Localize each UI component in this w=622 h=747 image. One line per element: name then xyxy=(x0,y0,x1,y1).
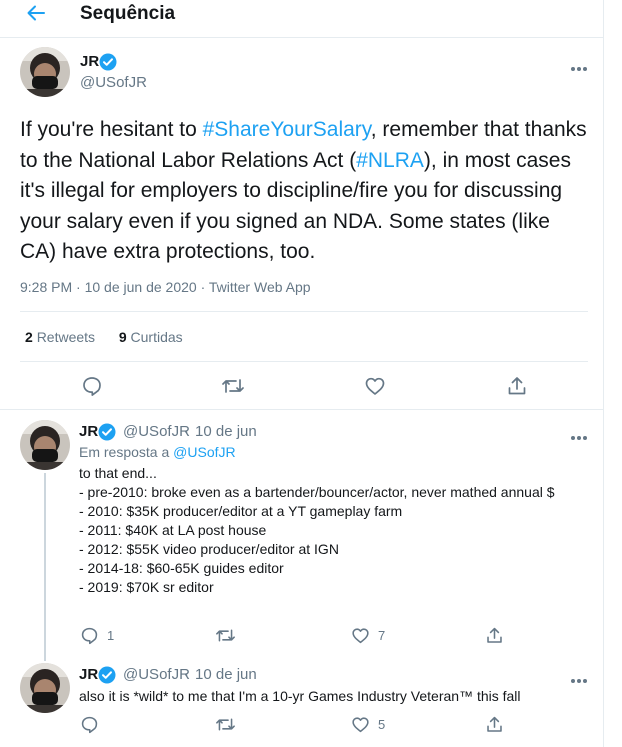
avatar[interactable] xyxy=(20,47,70,97)
avatar[interactable] xyxy=(20,663,70,713)
tweet-date[interactable]: 10 de jun xyxy=(195,666,257,683)
reply-line: to that end... xyxy=(79,465,157,481)
replying-to-handle[interactable]: @USofJR xyxy=(173,444,235,460)
likes-label: Curtidas xyxy=(130,329,183,345)
hashtag-link[interactable]: #NLRA xyxy=(356,149,424,172)
tweet-date[interactable]: 10 de jun xyxy=(195,423,257,440)
like-count: 5 xyxy=(378,717,386,732)
author-name[interactable]: JR xyxy=(79,423,98,440)
more-options-icon[interactable] xyxy=(570,428,588,440)
timeline-column: Sequência JR @USofJR If you're hesitant … xyxy=(0,0,604,747)
back-arrow-icon[interactable] xyxy=(26,3,46,23)
author-handle[interactable]: @USofJR xyxy=(123,666,190,683)
tweet-stats: 2 Retweets 9 Curtidas xyxy=(25,329,183,345)
like-icon[interactable] xyxy=(364,375,386,397)
author-name[interactable]: JR xyxy=(79,666,98,683)
tweet-text-part: If you're hesitant to xyxy=(20,118,203,141)
verified-badge-icon xyxy=(98,423,116,441)
retweets-stat[interactable]: 2 Retweets xyxy=(25,329,95,345)
retweets-label: Retweets xyxy=(36,329,96,345)
reply-line: - 2014-18: $60-65K guides editor xyxy=(79,560,284,576)
author-name[interactable]: JR xyxy=(80,53,99,70)
likes-count: 9 xyxy=(118,329,127,345)
like-icon[interactable] xyxy=(351,626,370,645)
share-icon[interactable] xyxy=(485,715,504,734)
retweet-icon[interactable] xyxy=(215,715,236,734)
divider xyxy=(20,361,588,362)
divider xyxy=(20,311,588,312)
reply-icon[interactable] xyxy=(81,375,103,397)
verified-badge-icon xyxy=(99,53,117,71)
more-options-icon[interactable] xyxy=(570,671,588,683)
retweet-icon[interactable] xyxy=(221,375,245,397)
verified-badge-icon xyxy=(98,666,116,684)
avatar[interactable] xyxy=(20,420,70,470)
retweets-count: 2 xyxy=(25,329,33,345)
separator-dot: · xyxy=(184,666,189,683)
replying-to-label: Em resposta a xyxy=(79,444,170,460)
tweet-timestamp[interactable]: 9:28 PM · 10 de jun de 2020 · Twitter We… xyxy=(20,279,311,295)
likes-stat[interactable]: 9 Curtidas xyxy=(119,329,183,345)
reply-line: - 2010: $35K producer/editor at a YT gam… xyxy=(79,503,403,519)
reply-icon[interactable] xyxy=(80,715,99,734)
page-header: Sequência xyxy=(0,0,604,38)
reply-line: - 2012: $55K video producer/editor at IG… xyxy=(79,541,339,557)
reply-text: to that end... - pre-2010: broke even as… xyxy=(79,464,589,597)
reply-icon[interactable] xyxy=(80,626,99,645)
tweet-text: If you're hesitant to #ShareYourSalary, … xyxy=(20,115,590,268)
replying-to: Em resposta a @USofJR xyxy=(79,444,236,460)
like-icon[interactable] xyxy=(351,715,370,734)
separator-dot: · xyxy=(184,423,189,440)
author-handle[interactable]: @USofJR xyxy=(80,74,147,91)
like-count: 7 xyxy=(378,628,386,643)
reply-line: - 2019: $70K sr editor xyxy=(79,579,214,595)
more-options-icon[interactable] xyxy=(570,59,588,71)
hashtag-link[interactable]: #ShareYourSalary xyxy=(203,118,371,141)
reply-line: - pre-2010: broke even as a bartender/bo… xyxy=(79,484,555,500)
divider xyxy=(0,409,604,410)
retweet-icon[interactable] xyxy=(215,626,236,645)
share-icon[interactable] xyxy=(506,375,528,397)
author-handle[interactable]: @USofJR xyxy=(123,423,190,440)
thread-connector-line xyxy=(44,473,46,661)
page-title: Sequência xyxy=(80,3,176,24)
reply-count: 1 xyxy=(107,628,115,643)
reply-text: also it is *wild* to me that I'm a 10-yr… xyxy=(79,688,521,704)
share-icon[interactable] xyxy=(485,626,504,645)
reply-line: - 2011: $40K at LA post house xyxy=(79,522,267,538)
